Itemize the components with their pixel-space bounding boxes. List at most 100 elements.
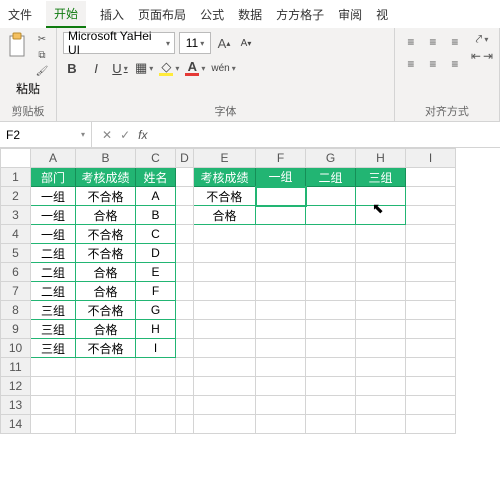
- cell[interactable]: [256, 301, 306, 320]
- cell[interactable]: [306, 263, 356, 282]
- format-painter-icon[interactable]: 🖌: [34, 64, 50, 78]
- cell[interactable]: 合格: [76, 282, 136, 301]
- cell[interactable]: [194, 282, 256, 301]
- cell[interactable]: 一组: [31, 206, 76, 225]
- row-header[interactable]: 6: [1, 263, 31, 282]
- col-header[interactable]: B: [76, 149, 136, 168]
- cell[interactable]: [406, 396, 456, 415]
- cell[interactable]: [306, 396, 356, 415]
- cell[interactable]: [256, 377, 306, 396]
- indent-decrease-button[interactable]: ⇤: [471, 49, 481, 63]
- cell[interactable]: 合格: [76, 320, 136, 339]
- cell[interactable]: [194, 320, 256, 339]
- tab-file[interactable]: 文件: [8, 6, 32, 23]
- cell[interactable]: [194, 339, 256, 358]
- cell[interactable]: [76, 358, 136, 377]
- cell[interactable]: [256, 206, 306, 225]
- cell[interactable]: [176, 168, 194, 187]
- tab-formula[interactable]: 公式: [200, 6, 224, 23]
- cell[interactable]: 不合格: [76, 301, 136, 320]
- cell[interactable]: 合格: [194, 206, 256, 225]
- cell[interactable]: [176, 301, 194, 320]
- cell[interactable]: [76, 377, 136, 396]
- row-header[interactable]: 7: [1, 282, 31, 301]
- tab-data[interactable]: 数据: [238, 6, 262, 23]
- cell[interactable]: [306, 282, 356, 301]
- cell[interactable]: [356, 263, 406, 282]
- cell[interactable]: 不合格: [76, 187, 136, 206]
- cut-icon[interactable]: ✂: [34, 32, 50, 46]
- cell[interactable]: E: [136, 263, 176, 282]
- cell[interactable]: [256, 244, 306, 263]
- cell[interactable]: [256, 396, 306, 415]
- cell[interactable]: [406, 320, 456, 339]
- cell[interactable]: 一组: [31, 187, 76, 206]
- cell[interactable]: [176, 225, 194, 244]
- cell[interactable]: [306, 301, 356, 320]
- cell[interactable]: [136, 415, 176, 434]
- col-header[interactable]: I: [406, 149, 456, 168]
- cell[interactable]: [406, 415, 456, 434]
- cell[interactable]: A: [136, 187, 176, 206]
- cell[interactable]: [406, 187, 456, 206]
- cell[interactable]: [176, 320, 194, 339]
- row-header[interactable]: 14: [1, 415, 31, 434]
- row-header[interactable]: 11: [1, 358, 31, 377]
- align-middle-button[interactable]: ≡: [423, 32, 443, 52]
- phonetic-button[interactable]: wén: [211, 58, 235, 78]
- col-header[interactable]: D: [176, 149, 194, 168]
- cell[interactable]: [194, 377, 256, 396]
- cell[interactable]: [306, 244, 356, 263]
- cell[interactable]: [306, 415, 356, 434]
- cell[interactable]: [176, 206, 194, 225]
- cell[interactable]: [136, 377, 176, 396]
- row-header[interactable]: 5: [1, 244, 31, 263]
- cell[interactable]: [406, 225, 456, 244]
- col-header[interactable]: F: [256, 149, 306, 168]
- font-size-select[interactable]: 11: [179, 32, 211, 54]
- cell[interactable]: [256, 415, 306, 434]
- cell[interactable]: [406, 301, 456, 320]
- cell[interactable]: 考核成绩: [194, 168, 256, 187]
- orientation-button[interactable]: ⤤: [471, 32, 493, 47]
- cell[interactable]: [176, 396, 194, 415]
- cell[interactable]: D: [136, 244, 176, 263]
- tab-vis[interactable]: 视: [376, 6, 388, 23]
- cell[interactable]: [306, 187, 356, 206]
- cell[interactable]: [356, 244, 406, 263]
- cell[interactable]: 三组: [356, 168, 406, 187]
- col-header[interactable]: A: [31, 149, 76, 168]
- cell[interactable]: 二组: [31, 244, 76, 263]
- cell[interactable]: 不合格: [194, 187, 256, 206]
- copy-icon[interactable]: ⧉: [34, 48, 50, 62]
- cell[interactable]: [356, 187, 406, 206]
- underline-button[interactable]: U: [111, 58, 129, 78]
- cell[interactable]: [176, 282, 194, 301]
- cell[interactable]: [194, 263, 256, 282]
- cell[interactable]: [176, 244, 194, 263]
- font-color-button[interactable]: A: [185, 58, 205, 78]
- bold-button[interactable]: B: [63, 58, 81, 78]
- row-header[interactable]: 8: [1, 301, 31, 320]
- cell[interactable]: [406, 244, 456, 263]
- cell[interactable]: [176, 377, 194, 396]
- cell[interactable]: [356, 206, 406, 225]
- cell[interactable]: [406, 206, 456, 225]
- cell[interactable]: [356, 301, 406, 320]
- cell[interactable]: [356, 396, 406, 415]
- cell[interactable]: [31, 377, 76, 396]
- cell[interactable]: [306, 339, 356, 358]
- spreadsheet-grid[interactable]: A B C D E F G H I 1 部门 考核成绩 姓名 考核成绩 一组 二…: [0, 148, 500, 434]
- cell[interactable]: [76, 396, 136, 415]
- cell[interactable]: [194, 225, 256, 244]
- align-top-button[interactable]: ≡: [401, 32, 421, 52]
- row-header[interactable]: 13: [1, 396, 31, 415]
- cell[interactable]: [176, 358, 194, 377]
- row-header[interactable]: 9: [1, 320, 31, 339]
- cell[interactable]: [256, 320, 306, 339]
- tab-square[interactable]: 方方格子: [276, 6, 324, 23]
- col-header[interactable]: C: [136, 149, 176, 168]
- cell[interactable]: C: [136, 225, 176, 244]
- cell[interactable]: [76, 415, 136, 434]
- cell[interactable]: [356, 377, 406, 396]
